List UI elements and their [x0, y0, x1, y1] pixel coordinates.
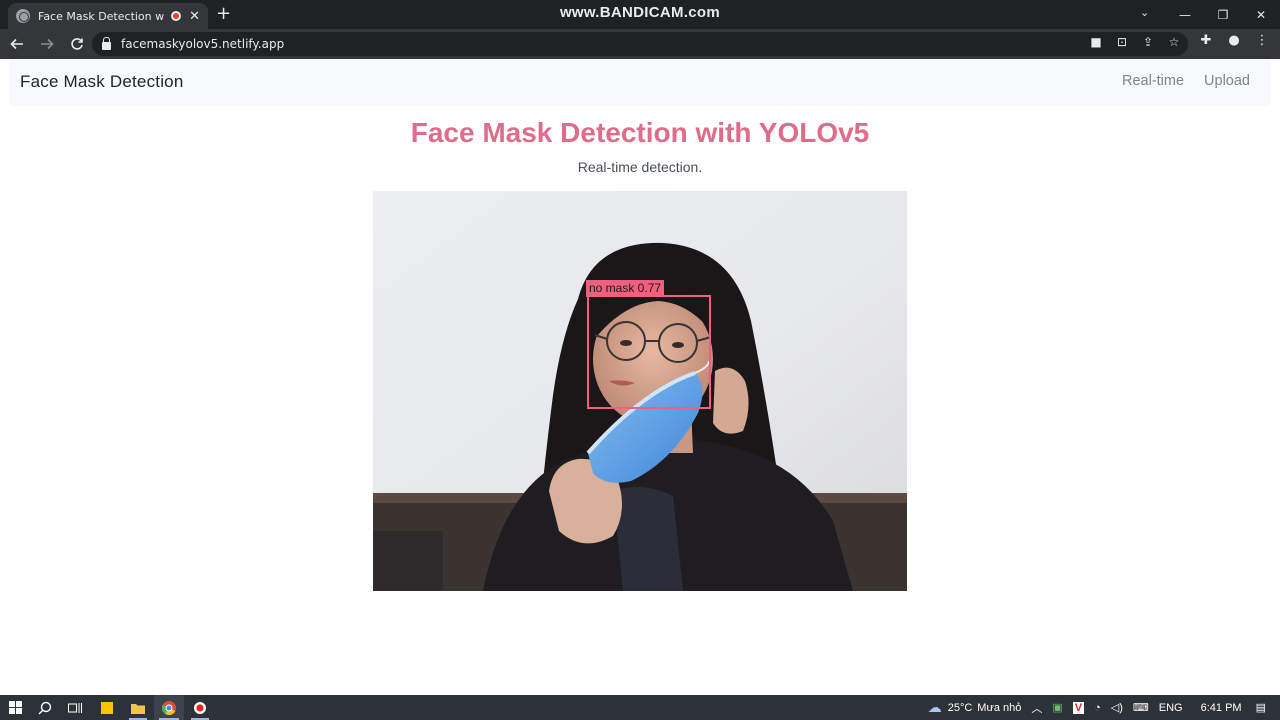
bookmark-star-icon[interactable]: ☆ [1166, 35, 1182, 49]
browser-toolbar: facemaskyolov5.netlify.app ■ ⊡ ⇪ ☆ ✚ ● ⋮ [0, 29, 1280, 59]
windows-taskbar: ☁ 25°C Mưa nhỏ ︿ ▣ V ◔ ◁) ⌨ ENG 6:41 PM … [0, 695, 1280, 720]
speaker-icon[interactable]: ◁) [1111, 701, 1123, 714]
start-button[interactable] [4, 695, 26, 720]
language-indicator[interactable]: ENG [1159, 702, 1183, 714]
globe-icon [16, 9, 30, 23]
reload-button[interactable] [64, 31, 90, 57]
camera-icon[interactable]: ■ [1088, 35, 1104, 49]
task-view-icon [68, 702, 82, 713]
folder-icon [131, 703, 145, 714]
browser-tab[interactable]: Face Mask Detection with YOLOv5 ✕ [8, 3, 208, 29]
taskbar-search-button[interactable] [34, 695, 56, 720]
task-view-button[interactable] [64, 695, 86, 720]
reload-icon [71, 38, 83, 50]
bandicam-app[interactable] [186, 695, 214, 720]
weather-temp[interactable]: 25°C [948, 702, 973, 714]
vpn-app-icon[interactable]: V [1072, 701, 1085, 714]
tab-close-icon[interactable]: ✕ [189, 9, 200, 24]
wifi-icon[interactable]: ◔ [1094, 702, 1101, 714]
show-hidden-icons-chevron-icon[interactable]: ︿ [1031, 700, 1042, 716]
recording-icon [171, 11, 182, 21]
navbar-brand[interactable]: Face Mask Detection [20, 72, 183, 92]
forward-arrow-icon [41, 38, 54, 50]
detection-bounding-box [587, 295, 711, 409]
lock-icon[interactable] [102, 36, 111, 50]
back-arrow-icon [10, 38, 23, 50]
clock[interactable]: 6:41 PM [1201, 702, 1242, 714]
file-explorer-app[interactable] [124, 695, 152, 720]
extension-area: ✚ ● ⋮ [1196, 33, 1272, 48]
profile-avatar-icon[interactable]: ● [1224, 33, 1244, 48]
extensions-puzzle-icon[interactable]: ✚ [1196, 33, 1216, 48]
site-navbar: Face Mask Detection Real-time Upload [9, 59, 1271, 106]
share-icon[interactable]: ⇪ [1140, 35, 1156, 49]
tab-title: Face Mask Detection with YOLOv5 [38, 9, 165, 23]
translate-icon[interactable]: ⊡ [1114, 35, 1130, 49]
nav-link-upload[interactable]: Upload [1204, 73, 1250, 89]
new-tab-button[interactable]: + [216, 4, 231, 24]
network-monitor-icon[interactable]: ▣ [1052, 701, 1062, 714]
forward-button[interactable] [34, 31, 60, 57]
detection-label: no mask 0.77 [586, 280, 665, 297]
search-icon [38, 701, 52, 714]
page-title: Face Mask Detection with YOLOv5 [410, 117, 870, 148]
window-controls: — ❐ ✕ [1166, 0, 1280, 29]
chrome-app[interactable] [154, 695, 184, 720]
record-icon [194, 701, 206, 714]
browser-titlebar: Face Mask Detection with YOLOv5 ✕ + www.… [0, 0, 1280, 29]
menu-kebab-icon[interactable]: ⋮ [1252, 33, 1272, 48]
url-text: facemaskyolov5.netlify.app [121, 37, 285, 51]
keyboard-icon[interactable]: ⌨ [1133, 701, 1149, 714]
nav-links: Real-time Upload [1122, 73, 1250, 89]
tab-search-icon[interactable]: ⌄ [1140, 6, 1149, 19]
weather-desc[interactable]: Mưa nhỏ [977, 702, 1021, 714]
sticky-notes-icon [101, 701, 113, 714]
maximize-button[interactable]: ❐ [1204, 0, 1242, 29]
system-tray: ☁ 25°C Mưa nhỏ ︿ ▣ V ◔ ◁) ⌨ ENG 6:41 PM … [928, 695, 1280, 720]
address-bar-actions: ■ ⊡ ⇪ ☆ [1088, 35, 1182, 49]
web-page: Face Mask Detection Real-time Upload Fac… [0, 59, 1280, 695]
page-subtitle: Real-time detection. [577, 159, 703, 175]
nav-link-realtime[interactable]: Real-time [1122, 73, 1184, 89]
windows-logo-icon [8, 701, 22, 714]
back-button[interactable] [4, 31, 30, 57]
notifications-icon[interactable]: ▤ [1256, 701, 1266, 714]
address-bar[interactable]: facemaskyolov5.netlify.app ■ ⊡ ⇪ ☆ [92, 32, 1188, 56]
minimize-button[interactable]: — [1166, 0, 1204, 29]
chrome-icon [162, 700, 176, 715]
webcam-video-feed: no mask 0.77 [373, 191, 907, 591]
weather-icon[interactable]: ☁ [928, 699, 942, 716]
close-window-button[interactable]: ✕ [1242, 0, 1280, 29]
sticky-notes-app[interactable] [96, 695, 118, 720]
